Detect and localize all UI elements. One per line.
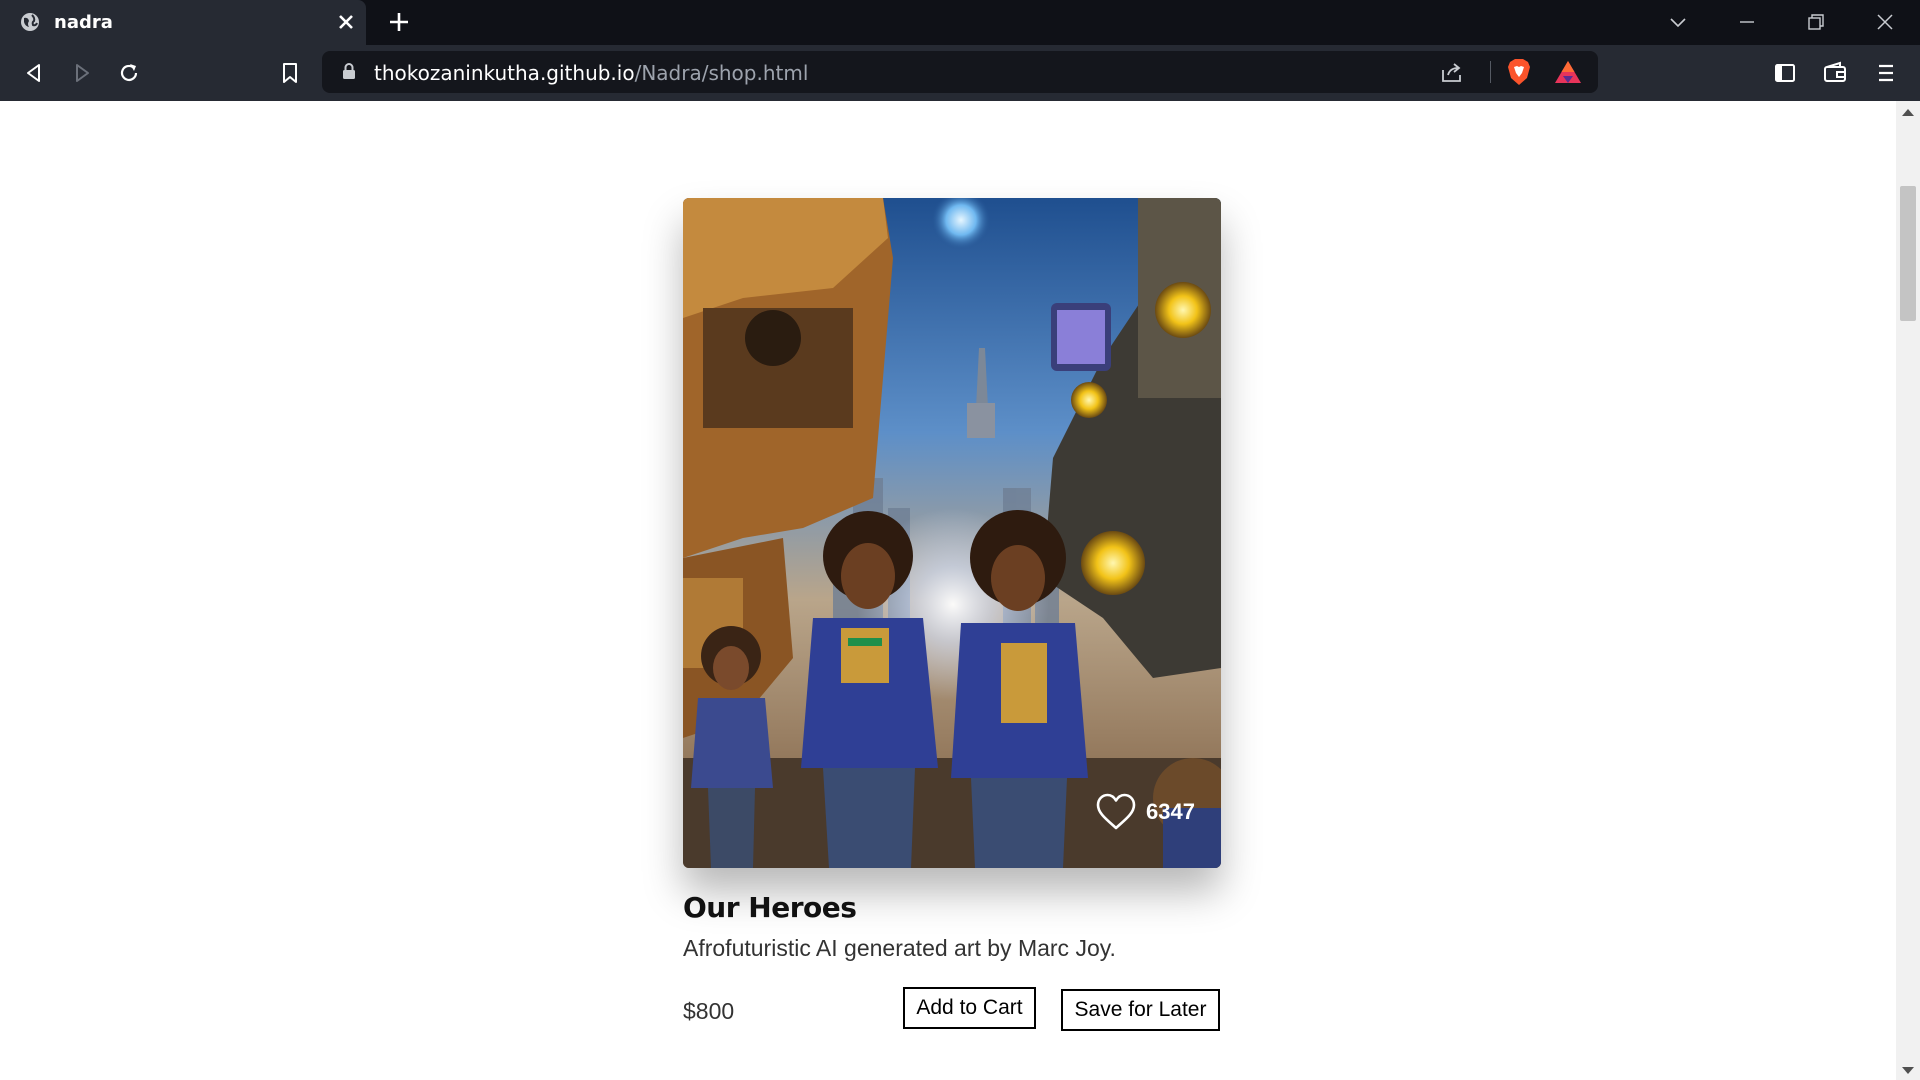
bookmark-icon[interactable]	[278, 61, 302, 85]
url-divider	[1490, 61, 1491, 83]
minimize-icon[interactable]	[1737, 12, 1757, 32]
likes-counter[interactable]: 6347	[1096, 792, 1195, 832]
close-tab-icon[interactable]	[336, 12, 356, 32]
url-host: thokozaninkutha.github.io	[374, 61, 635, 85]
scroll-down-arrow-icon[interactable]	[1902, 1067, 1914, 1074]
close-window-icon[interactable]	[1875, 12, 1895, 32]
product-description: Afrofuturistic AI generated art by Marc …	[683, 935, 1116, 961]
forward-icon[interactable]	[70, 61, 94, 85]
share-icon[interactable]	[1440, 61, 1464, 83]
scrollbar-thumb[interactable]	[1900, 186, 1916, 321]
reload-icon[interactable]	[117, 61, 141, 85]
tab-title: nadra	[54, 12, 113, 33]
back-icon[interactable]	[22, 61, 46, 85]
url-path: /Nadra/shop.html	[634, 61, 809, 85]
lock-icon	[343, 63, 355, 79]
tab-search-chevron-icon[interactable]	[1668, 12, 1688, 32]
new-tab-icon[interactable]	[387, 10, 411, 34]
scroll-up-arrow-icon[interactable]	[1902, 109, 1914, 116]
heart-icon[interactable]	[1096, 793, 1136, 831]
brave-shields-icon[interactable]	[1506, 58, 1532, 86]
wallet-icon[interactable]	[1823, 61, 1847, 85]
product-price: $800	[683, 998, 735, 1024]
save-for-later-button[interactable]: Save for Later	[1061, 989, 1220, 1031]
likes-count: 6347	[1146, 799, 1195, 824]
product-artwork	[683, 198, 1221, 868]
restore-icon[interactable]	[1806, 12, 1826, 32]
tab-strip: nadra	[0, 0, 1920, 45]
url-text[interactable]: thokozaninkutha.github.io/Nadra/shop.htm…	[374, 61, 808, 85]
globe-icon	[21, 13, 39, 31]
browser-toolbar: thokozaninkutha.github.io/Nadra/shop.htm…	[0, 45, 1920, 101]
page-scrollbar[interactable]	[1896, 101, 1920, 1080]
product-title: Our Heroes	[683, 891, 857, 924]
page-viewport: 6347 Our Heroes Afrofuturistic AI genera…	[0, 101, 1896, 1080]
sidebar-icon[interactable]	[1773, 61, 1797, 85]
tab-nadra[interactable]: nadra	[0, 0, 366, 45]
address-bar[interactable]: thokozaninkutha.github.io/Nadra/shop.htm…	[322, 51, 1598, 93]
brave-rewards-icon[interactable]	[1554, 60, 1582, 84]
menu-icon[interactable]	[1874, 61, 1898, 85]
add-to-cart-button[interactable]: Add to Cart	[903, 987, 1036, 1029]
product-image[interactable]: 6347	[683, 198, 1221, 868]
